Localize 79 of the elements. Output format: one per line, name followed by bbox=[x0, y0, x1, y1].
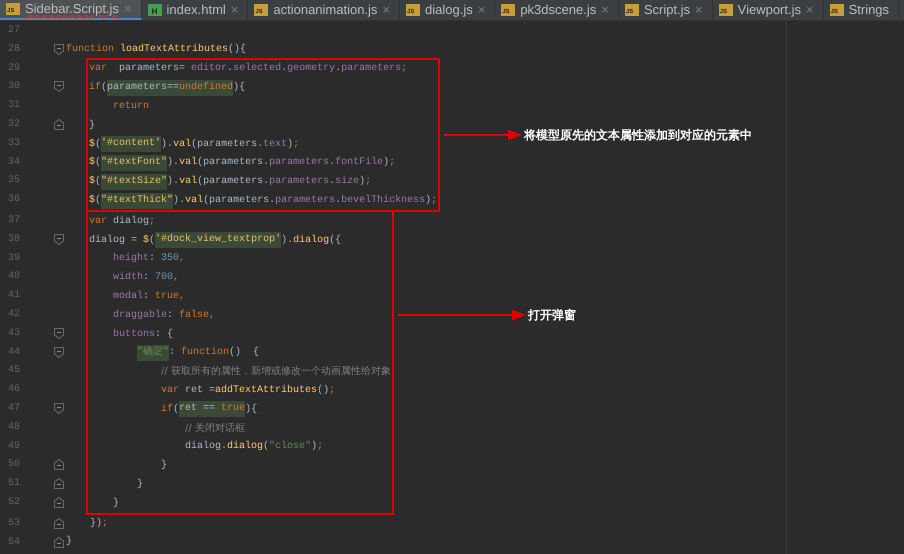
fold-marker-icon[interactable] bbox=[54, 459, 64, 470]
code-line: // 关闭对话框 bbox=[185, 422, 245, 436]
fold-marker-icon[interactable] bbox=[54, 496, 64, 508]
tab-label: Script.js bbox=[644, 1, 690, 20]
code-line: } bbox=[161, 458, 168, 474]
code-line: return bbox=[113, 100, 150, 114]
file-type-icon: H bbox=[148, 4, 162, 16]
fold-marker-icon[interactable] bbox=[54, 536, 64, 548]
line-number: 42 bbox=[8, 308, 20, 321]
line-number: 28 bbox=[8, 42, 20, 56]
line-number: 37 bbox=[8, 214, 20, 227]
code-line: modal: true, bbox=[113, 290, 186, 304]
line-number: 31 bbox=[8, 99, 20, 112]
line-number: 38 bbox=[8, 232, 20, 246]
code-line: draggable: false, bbox=[113, 308, 216, 323]
tab-label: dialog.js bbox=[425, 1, 473, 20]
line-number: 46 bbox=[8, 383, 20, 396]
line-number: 41 bbox=[8, 289, 20, 302]
code-line: buttons: { bbox=[113, 328, 174, 342]
tab-label: Viewport.js bbox=[738, 1, 801, 20]
tab-label: pk3dscene.js bbox=[520, 1, 596, 20]
code-line: height: 350, bbox=[113, 252, 186, 266]
line-number: 34 bbox=[8, 156, 20, 169]
line-number: 29 bbox=[8, 62, 20, 75]
line-number: 27 bbox=[8, 24, 20, 37]
code-line: var ret =addTextAttributes(); bbox=[161, 384, 336, 398]
fold-marker-icon[interactable] bbox=[54, 118, 64, 130]
line-number: 48 bbox=[8, 420, 20, 434]
annotation-note: 将模型原先的文本属性添加到对应的元素中 bbox=[524, 126, 752, 144]
code-line: } bbox=[66, 534, 72, 550]
fold-marker-icon[interactable] bbox=[54, 81, 64, 92]
file-tab[interactable]: H index.html × bbox=[142, 0, 248, 20]
code-line: width: 700, bbox=[113, 270, 180, 286]
code-line: dialog.dialog("close"); bbox=[185, 440, 324, 454]
tab-label: actionanimation.js bbox=[273, 1, 378, 20]
code-line: if(parameters==undefined){ bbox=[89, 80, 246, 96]
line-number: 51 bbox=[8, 477, 20, 490]
line-number: 45 bbox=[8, 364, 20, 378]
code-line: } bbox=[113, 496, 120, 511]
code-line: "确定": function() { bbox=[137, 344, 260, 361]
fold-marker-icon[interactable] bbox=[54, 402, 64, 414]
line-number: 49 bbox=[8, 440, 20, 453]
line-number: 40 bbox=[8, 270, 20, 284]
line-number: 39 bbox=[8, 252, 20, 265]
code-line: }); bbox=[90, 516, 108, 531]
line-number: 44 bbox=[8, 346, 20, 359]
fold-marker-icon[interactable] bbox=[54, 328, 64, 339]
line-number: 30 bbox=[8, 80, 20, 94]
tab-label: Strings bbox=[848, 1, 890, 20]
code-line: dialog = $('#dock_view_textprop').dialog({ bbox=[89, 232, 342, 248]
fold-marker-icon[interactable] bbox=[54, 346, 64, 358]
annotation-note: 打开弹窗 bbox=[528, 306, 576, 324]
line-number: 47 bbox=[8, 402, 20, 415]
code-line: function loadTextAttributes(){ bbox=[66, 42, 246, 57]
line-number: 33 bbox=[8, 136, 20, 150]
fold-marker-icon[interactable] bbox=[54, 44, 64, 55]
code-line: // 获取所有的属性，新增或修改一个动画属性给对象 bbox=[161, 364, 391, 380]
line-number: 32 bbox=[8, 118, 20, 131]
fold-marker-icon[interactable] bbox=[54, 478, 64, 490]
code-line: if(ret == true){ bbox=[161, 401, 258, 418]
code-line: } bbox=[89, 118, 96, 133]
tab-label: Sidebar.Script.js bbox=[25, 0, 119, 18]
line-number: 52 bbox=[8, 496, 20, 509]
line-number: 53 bbox=[8, 516, 20, 530]
line-number: 50 bbox=[8, 458, 20, 472]
code-line: $("#textFont").val(parameters.parameters.fontFile); bbox=[89, 154, 396, 171]
code-line: var parameters= editor.selected.geometry.parameters; bbox=[89, 62, 408, 76]
fold-marker-icon[interactable] bbox=[54, 234, 64, 245]
fold-marker-icon[interactable] bbox=[54, 518, 64, 529]
line-number: 36 bbox=[8, 193, 20, 206]
code-line: $('#content').val(parameters.text); bbox=[89, 136, 300, 152]
line-number: 43 bbox=[8, 326, 20, 340]
code-line: } bbox=[137, 478, 144, 492]
line-number: 35 bbox=[8, 174, 20, 188]
tab-label: index.html bbox=[166, 1, 226, 20]
code-line: $("#textThick").val(parameters.parameters.bevelThickness); bbox=[89, 192, 438, 209]
line-number: 54 bbox=[8, 536, 20, 549]
code-line: $("#textSize").val(parameters.parameters.size); bbox=[89, 174, 372, 190]
code-line: var dialog; bbox=[89, 214, 156, 229]
